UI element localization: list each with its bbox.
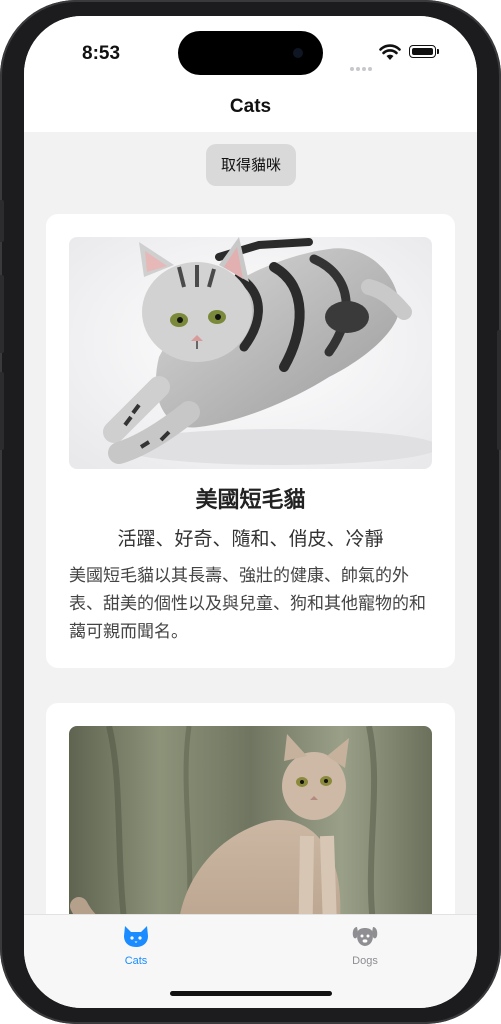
- status-bar: 8:53: [24, 16, 477, 94]
- home-indicator[interactable]: [170, 991, 332, 996]
- volume-up-button: [0, 275, 4, 353]
- cat-photo: [69, 237, 432, 469]
- tab-cats[interactable]: Cats: [76, 923, 196, 967]
- wifi-icon: [379, 44, 401, 60]
- cat-card: [46, 703, 455, 914]
- breed-name: 美國短毛貓: [195, 488, 306, 513]
- scroll-content[interactable]: 取得貓咪 美國短毛貓 活躍、好奇、隨和、俏皮、冷靜 美國短毛貓以其長壽、強壯的健…: [24, 132, 477, 914]
- cat-icon: [124, 926, 148, 947]
- tab-cats-label: Cats: [124, 955, 148, 967]
- dynamic-island: [178, 31, 323, 75]
- side-button: [497, 330, 501, 450]
- tab-dogs-label: Dogs: [352, 955, 378, 967]
- volume-down-button: [0, 372, 4, 450]
- screen: 8:53 Cats 取得貓咪 美國短毛貓 活躍、好奇、隨和、俏皮、冷靜 美國短毛…: [24, 16, 477, 1008]
- cat-card: 美國短毛貓 活躍、好奇、隨和、俏皮、冷靜 美國短毛貓以其長壽、強壯的健康、帥氣的…: [46, 214, 455, 668]
- page-title: Cats: [229, 96, 272, 117]
- phone-frame: 8:53 Cats 取得貓咪 美國短毛貓 活躍、好奇、隨和、俏皮、冷靜 美國短毛…: [0, 0, 501, 1024]
- tab-dogs[interactable]: Dogs: [305, 923, 425, 967]
- fetch-cats-button[interactable]: 取得貓咪: [206, 144, 296, 186]
- status-time: 8:53: [82, 43, 121, 64]
- navigation-bar: Cats: [24, 94, 477, 132]
- cellular-signal-icon: [350, 56, 374, 75]
- breed-traits: 活躍、好奇、隨和、俏皮、冷靜: [117, 528, 384, 550]
- dog-icon: [352, 927, 378, 946]
- camera-lens: [293, 48, 303, 58]
- breed-description: 美國短毛貓以其長壽、強壯的健康、帥氣的外表、甜美的個性以及與兒童、狗和其他寵物的…: [69, 566, 426, 642]
- action-button: [0, 200, 4, 242]
- cat-photo: [69, 726, 432, 914]
- battery-icon: [409, 45, 439, 58]
